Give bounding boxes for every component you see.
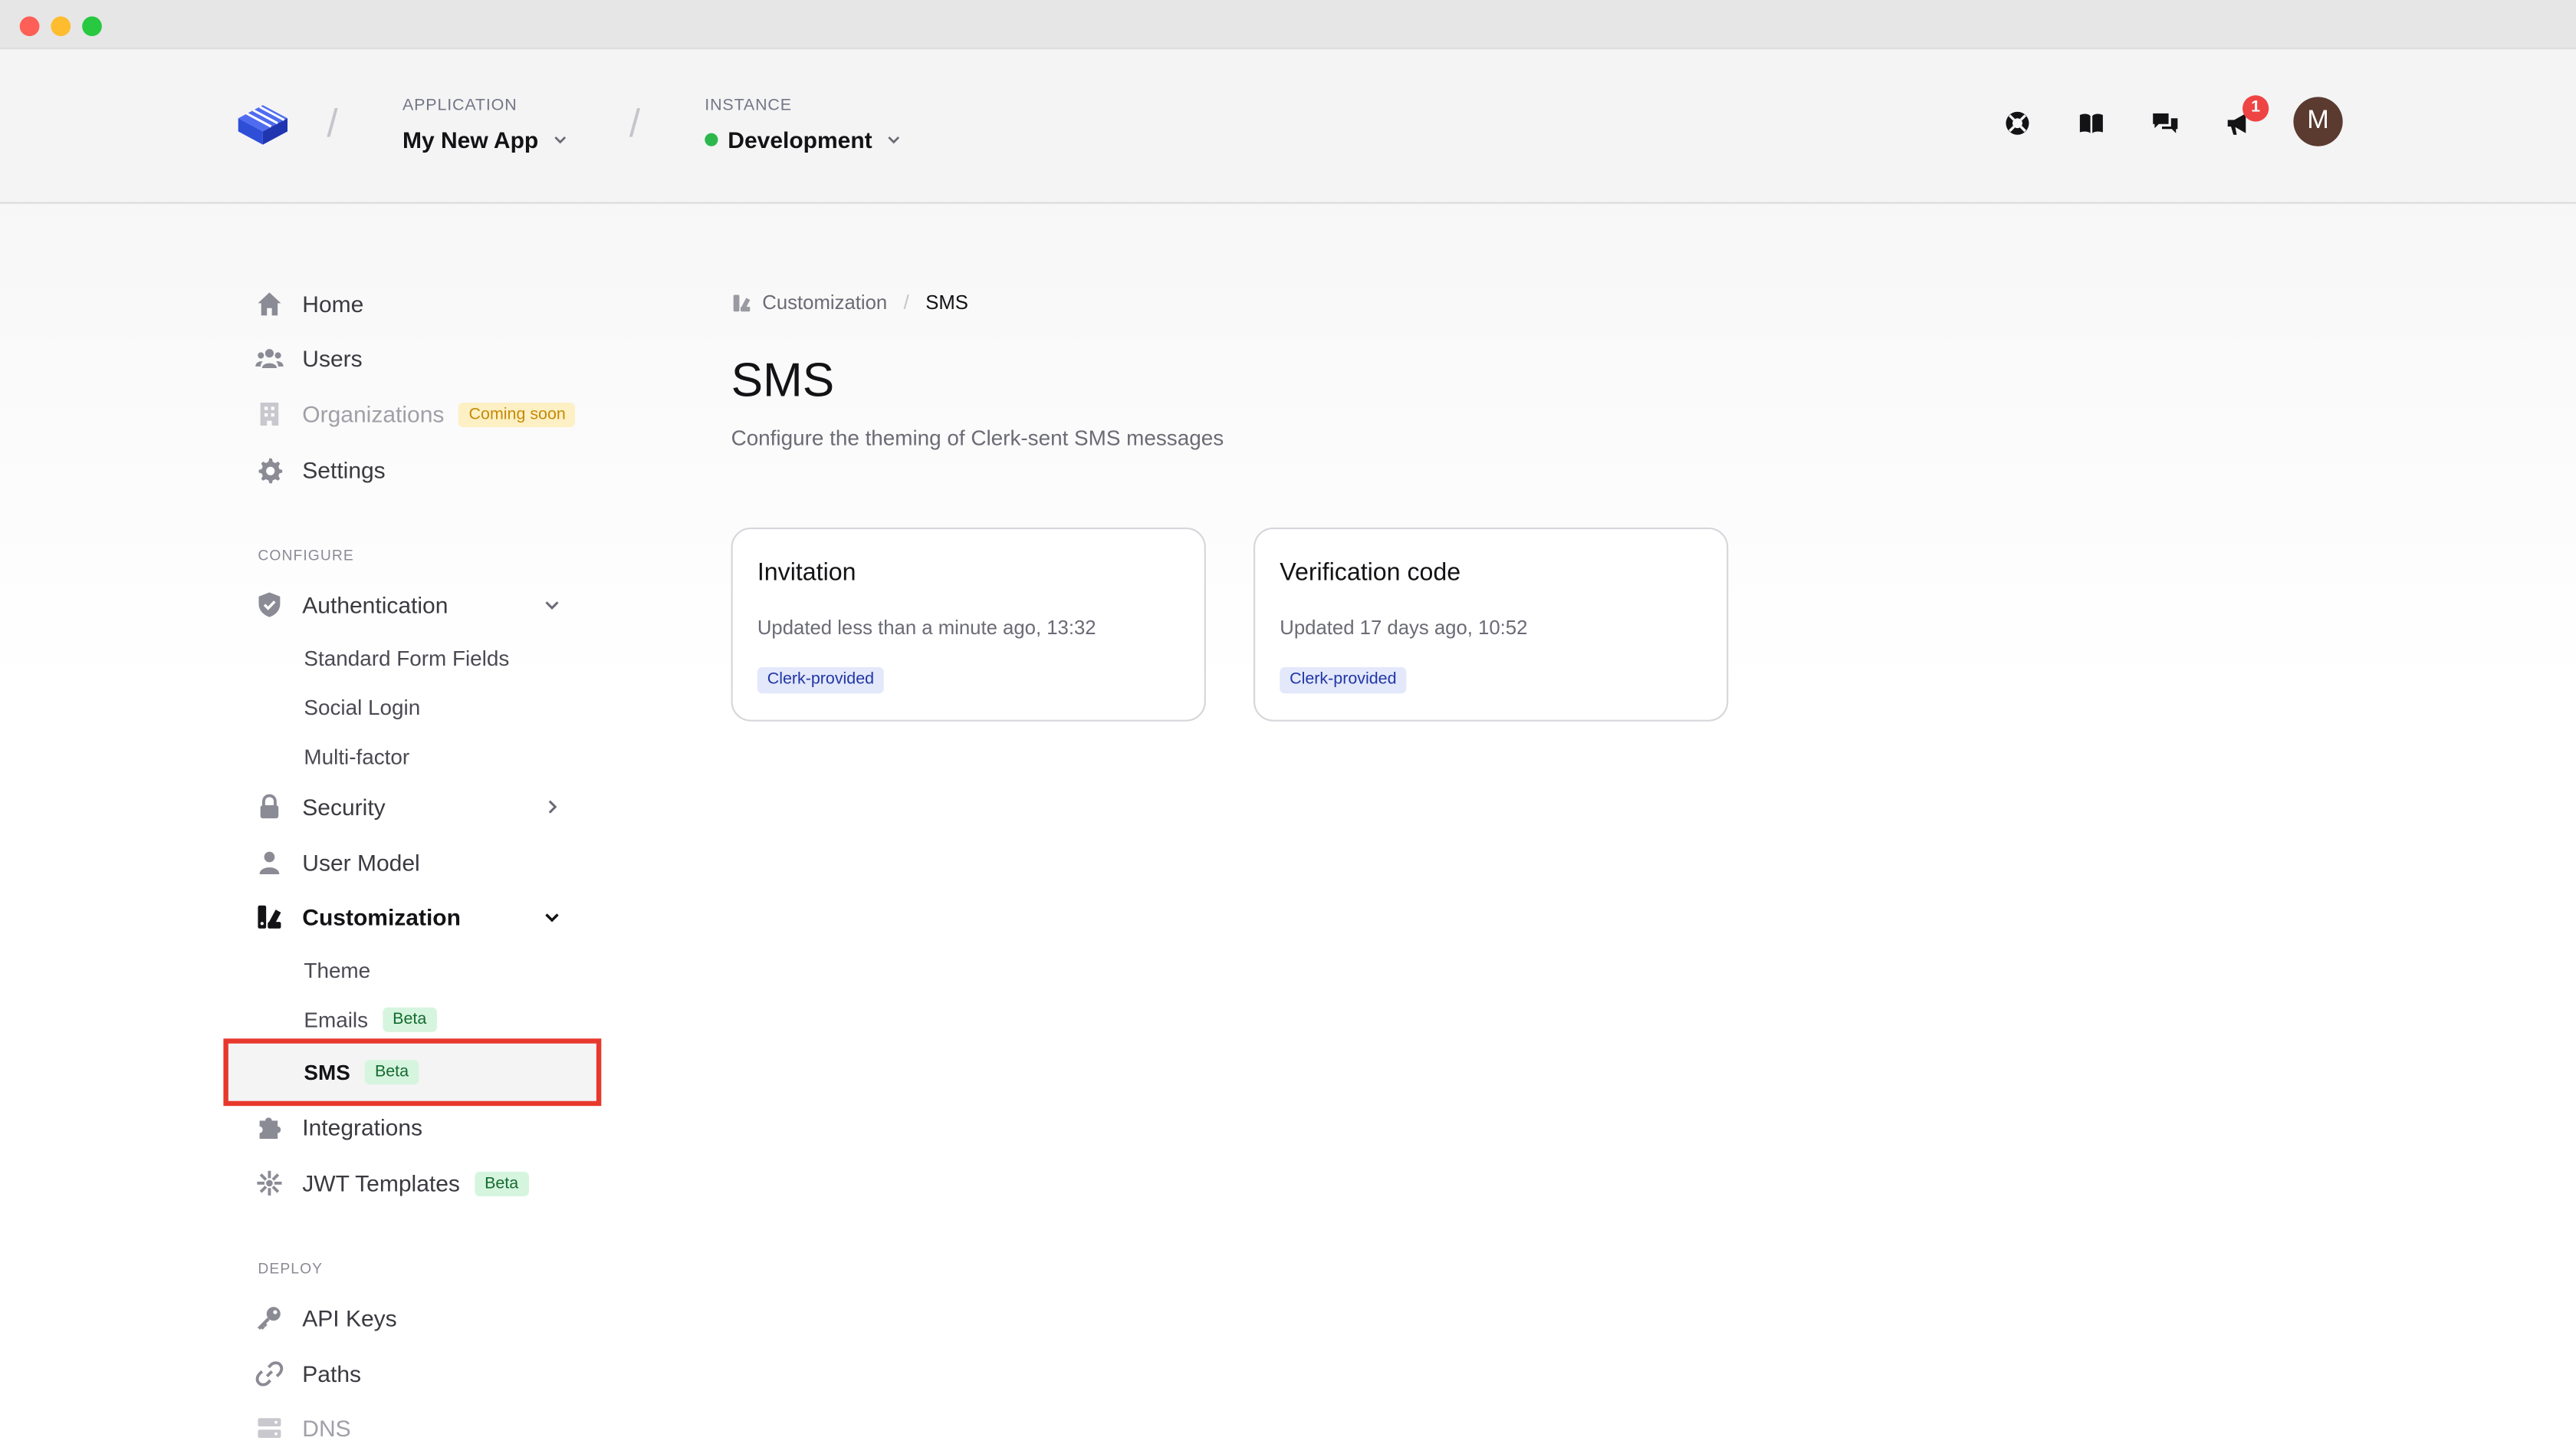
sidebar-subitem-sms[interactable]: SMS Beta bbox=[304, 1055, 419, 1088]
breadcrumb: Customization / SMS bbox=[731, 291, 968, 314]
sidebar-item-label: Users bbox=[302, 345, 363, 372]
deploy-section-heading: DEPLOY bbox=[258, 1260, 324, 1277]
sidebar-item-label: API Keys bbox=[302, 1304, 397, 1331]
chevron-down-icon bbox=[888, 136, 899, 144]
user-avatar[interactable]: M bbox=[2293, 97, 2343, 146]
sidebar-item-jwt-templates[interactable]: JWT Templates Beta bbox=[255, 1165, 529, 1201]
sidebar-subitem-social-login[interactable]: Social Login bbox=[304, 690, 420, 723]
sidebar-item-dns[interactable]: DNS bbox=[255, 1410, 351, 1446]
user-icon bbox=[259, 851, 280, 874]
chevron-down-icon[interactable] bbox=[542, 907, 562, 927]
breadcrumb-link-customization[interactable]: Customization bbox=[762, 291, 887, 314]
clerk-provided-badge: Clerk-provided bbox=[1280, 667, 1407, 694]
app-window: / APPLICATION My New App / INSTANCE Deve… bbox=[0, 0, 2576, 1454]
palette-icon bbox=[733, 294, 751, 311]
docs-book-icon[interactable] bbox=[2077, 108, 2107, 138]
notification-count-badge: 1 bbox=[2242, 95, 2269, 122]
feedback-chat-icon[interactable] bbox=[2150, 108, 2180, 138]
sidebar-item-settings[interactable]: Settings bbox=[255, 452, 386, 488]
sidebar-item-security[interactable]: Security bbox=[255, 789, 386, 825]
sidebar-item-authentication[interactable]: Authentication bbox=[255, 587, 448, 623]
users-icon bbox=[255, 349, 284, 368]
chevron-down-icon bbox=[554, 136, 566, 144]
beta-badge: Beta bbox=[475, 1170, 529, 1196]
card-updated-text: Updated less than a minute ago, 13:32 bbox=[757, 616, 1096, 640]
sidebar-item-label: DNS bbox=[302, 1415, 351, 1442]
beta-badge: Beta bbox=[365, 1059, 419, 1084]
sidebar-subitem-label: Theme bbox=[304, 957, 371, 982]
jwt-burst-icon bbox=[257, 1170, 282, 1196]
puzzle-icon bbox=[259, 1117, 281, 1139]
sidebar-item-label: Customization bbox=[302, 903, 461, 930]
chevron-right-icon[interactable] bbox=[542, 797, 562, 817]
lock-icon bbox=[260, 794, 279, 819]
header-divider: / bbox=[327, 101, 338, 146]
top-header: / APPLICATION My New App / INSTANCE Deve… bbox=[0, 49, 2576, 204]
sidebar-subitem-emails[interactable]: Emails Beta bbox=[304, 1002, 437, 1035]
sidebar-item-integrations[interactable]: Integrations bbox=[255, 1109, 422, 1145]
home-icon bbox=[258, 292, 281, 316]
instance-name: Development bbox=[728, 127, 872, 153]
link-icon bbox=[255, 1361, 284, 1387]
beta-badge: Beta bbox=[383, 1006, 437, 1031]
sidebar-subitem-multi-factor[interactable]: Multi-factor bbox=[304, 739, 409, 772]
window-close-button[interactable] bbox=[19, 16, 40, 37]
page-subtitle: Configure the theming of Clerk-sent SMS … bbox=[731, 426, 1224, 451]
sidebar-subitem-label: Standard Form Fields bbox=[304, 645, 510, 670]
application-caption: APPLICATION bbox=[402, 97, 518, 115]
key-icon bbox=[257, 1307, 281, 1331]
clerk-logo-icon[interactable] bbox=[235, 95, 291, 151]
card-title: Invitation bbox=[757, 558, 856, 587]
window-minimize-button[interactable] bbox=[51, 16, 71, 37]
sidebar-subitem-label: Social Login bbox=[304, 694, 421, 719]
card-updated-text: Updated 17 days ago, 10:52 bbox=[1280, 616, 1528, 640]
sidebar-item-label: Settings bbox=[302, 456, 386, 483]
chevron-down-icon[interactable] bbox=[542, 595, 562, 615]
page-title: SMS bbox=[731, 354, 835, 408]
building-icon bbox=[260, 403, 279, 426]
sidebar-item-user-model[interactable]: User Model bbox=[255, 844, 420, 880]
instance-selector[interactable]: INSTANCE Development bbox=[705, 97, 902, 154]
sidebar-subitem-theme[interactable]: Theme bbox=[304, 953, 370, 986]
sidebar-item-paths[interactable]: Paths bbox=[255, 1356, 361, 1392]
card-title: Verification code bbox=[1280, 558, 1461, 587]
sms-template-card-verification-code[interactable]: Verification code Updated 17 days ago, 1… bbox=[1254, 527, 1729, 722]
sidebar-item-label: User Model bbox=[302, 849, 420, 877]
window-maximize-button[interactable] bbox=[82, 16, 102, 37]
sidebar-item-label: Paths bbox=[302, 1360, 362, 1387]
breadcrumb-current: SMS bbox=[925, 291, 968, 314]
sidebar-item-label: Organizations bbox=[302, 400, 445, 428]
window-titlebar bbox=[0, 0, 2576, 50]
breadcrumb-separator: / bbox=[903, 291, 909, 314]
sidebar-item-label: JWT Templates bbox=[302, 1169, 460, 1196]
application-name: My New App bbox=[402, 127, 539, 153]
application-selector[interactable]: APPLICATION My New App bbox=[402, 97, 568, 156]
configure-section-heading: CONFIGURE bbox=[258, 547, 354, 564]
instance-caption: INSTANCE bbox=[705, 97, 792, 115]
sidebar-item-api-keys[interactable]: API Keys bbox=[255, 1300, 397, 1336]
sidebar-item-customization[interactable]: Customization bbox=[255, 899, 461, 935]
sidebar-item-label: Home bbox=[302, 291, 364, 317]
sidebar-item-users[interactable]: Users bbox=[255, 340, 363, 377]
sidebar-item-label: Security bbox=[302, 794, 386, 821]
coming-soon-badge: Coming soon bbox=[458, 401, 576, 427]
gear-icon bbox=[258, 458, 283, 484]
header-divider: / bbox=[629, 101, 641, 146]
sidebar-subitem-standard-form-fields[interactable]: Standard Form Fields bbox=[304, 641, 509, 674]
sidebar-item-label: Integrations bbox=[302, 1114, 423, 1141]
sidebar-item-label: Authentication bbox=[302, 591, 449, 618]
help-lifebuoy-icon[interactable] bbox=[2003, 108, 2032, 138]
sidebar-subitem-label: Emails bbox=[304, 1006, 369, 1031]
instance-status-dot bbox=[705, 133, 718, 146]
clerk-provided-badge: Clerk-provided bbox=[757, 667, 884, 694]
sidebar-item-organizations[interactable]: Organizations Coming soon bbox=[255, 396, 576, 432]
server-icon bbox=[258, 1418, 281, 1438]
sidebar-item-home[interactable]: Home bbox=[255, 286, 363, 322]
shield-check-icon bbox=[258, 592, 281, 617]
sidebar-subitem-label: SMS bbox=[304, 1059, 350, 1084]
sidebar-subitem-label: Multi-factor bbox=[304, 743, 410, 768]
sms-template-card-invitation[interactable]: Invitation Updated less than a minute ag… bbox=[731, 527, 1206, 722]
palette-icon bbox=[258, 905, 281, 929]
